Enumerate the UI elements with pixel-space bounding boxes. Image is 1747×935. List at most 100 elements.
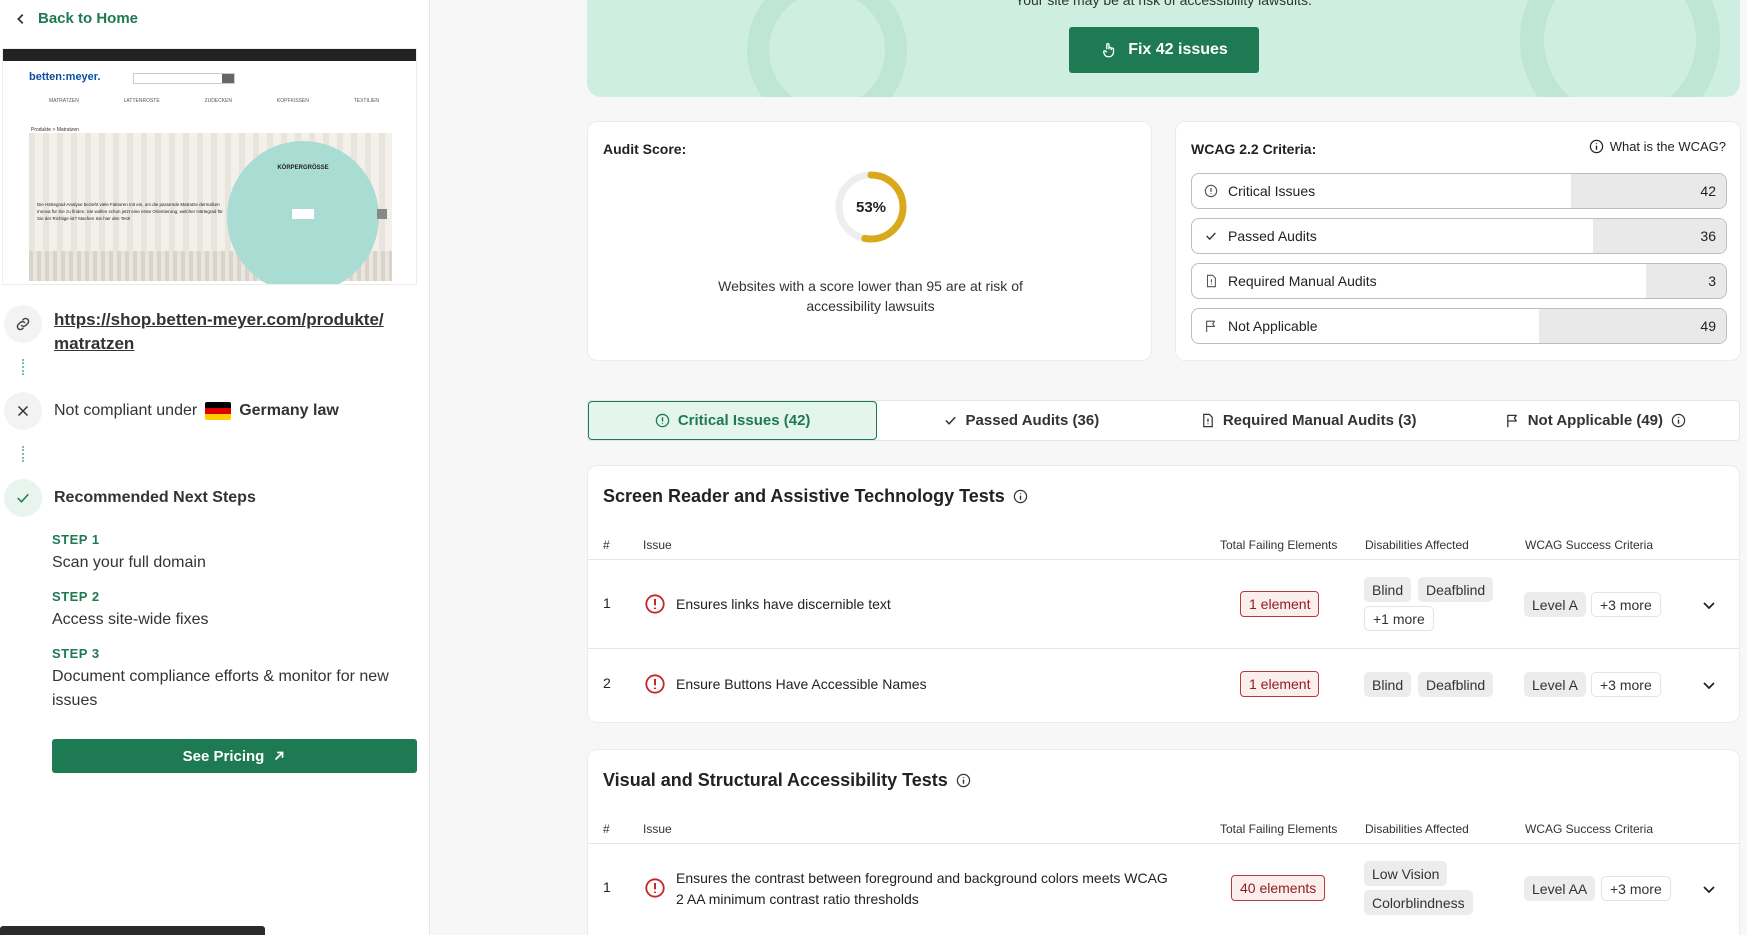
- tab-not-applicable[interactable]: Not Applicable (49): [1452, 401, 1739, 440]
- section-title: Screen Reader and Assistive Technology T…: [603, 486, 1028, 507]
- file-alert-icon: [1202, 413, 1213, 428]
- info-icon[interactable]: [1013, 489, 1028, 504]
- table-row[interactable]: 2 Ensure Buttons Have Accessible Names 1…: [588, 649, 1739, 722]
- level-chip: Level A: [1524, 672, 1586, 697]
- table-row[interactable]: 1 Ensures the contrast between foregroun…: [588, 846, 1739, 935]
- criteria-more-chip[interactable]: +3 more: [1591, 672, 1661, 697]
- col-num: #: [603, 538, 610, 552]
- info-icon: [1671, 413, 1686, 428]
- step-label: STEP 3: [52, 646, 100, 661]
- step-label: STEP 1: [52, 532, 100, 547]
- tab-manual-audits[interactable]: Required Manual Audits (3): [1165, 401, 1452, 440]
- compliance-law: Germany law: [239, 402, 339, 419]
- connector: [22, 446, 24, 462]
- fix-banner: Your site may be at risk of accessibilit…: [587, 0, 1740, 97]
- info-icon[interactable]: [956, 773, 971, 788]
- tab-label: Passed Audits (36): [965, 412, 1100, 429]
- criteria-manual-audits[interactable]: Required Manual Audits 3: [1191, 263, 1727, 299]
- what-label: What is the WCAG?: [1609, 139, 1726, 154]
- audit-score-card: Audit Score: 53% Websites with a score l…: [587, 121, 1152, 361]
- scanned-url-link[interactable]: https://shop.betten-meyer.com/produkte/m…: [54, 308, 384, 356]
- alert-circle-icon: [655, 413, 670, 428]
- error-icon: [645, 594, 665, 614]
- results-tabs: Critical Issues (42) Passed Audits (36) …: [587, 400, 1740, 441]
- back-to-home-link[interactable]: Back to Home: [14, 10, 138, 27]
- close-icon: [4, 392, 42, 430]
- row-num: 1: [603, 595, 611, 611]
- info-icon: [1589, 139, 1603, 154]
- level-chip: Level AA: [1524, 876, 1596, 901]
- step-1: STEP 1 Scan your full domain: [52, 532, 422, 575]
- link-icon: [4, 305, 42, 343]
- see-pricing-button[interactable]: See Pricing: [52, 739, 417, 773]
- sidebar: Back to Home betten:meyer. MATRATZEN LAT…: [0, 0, 430, 935]
- criteria-count: 3: [1708, 273, 1716, 289]
- criteria-count: 36: [1700, 228, 1716, 244]
- criteria-more-chip[interactable]: +3 more: [1601, 876, 1671, 901]
- germany-flag-icon: [205, 402, 232, 420]
- screen-reader-section: Screen Reader and Assistive Technology T…: [587, 465, 1740, 723]
- failing-badge: 1 element: [1240, 671, 1320, 697]
- disability-chip: Deafblind: [1418, 577, 1494, 602]
- arrow-up-right-icon: [275, 751, 284, 761]
- col-criteria: WCAG Success Criteria: [1525, 538, 1654, 552]
- what-is-wcag-link[interactable]: What is the WCAG?: [1589, 139, 1726, 154]
- tab-label: Not Applicable (49): [1527, 412, 1664, 429]
- table-row[interactable]: 1 Ensures links have discernible text 1 …: [588, 562, 1739, 649]
- tab-critical-issues[interactable]: Critical Issues (42): [588, 401, 878, 440]
- step-2: STEP 2 Access site-wide fixes: [52, 589, 422, 632]
- level-chip: Level A: [1524, 592, 1586, 617]
- disability-chip: Colorblindness: [1364, 890, 1473, 915]
- tab-label: Critical Issues (42): [677, 412, 811, 429]
- flag-icon: [1206, 320, 1216, 333]
- risk-text: Your site may be at risk of accessibilit…: [1015, 0, 1312, 8]
- wcag-title: WCAG 2.2 Criteria:: [1191, 141, 1317, 157]
- step-text: Document compliance efforts & monitor fo…: [52, 668, 389, 709]
- criteria-count: 42: [1700, 183, 1716, 199]
- criteria-passed-audits[interactable]: Passed Audits 36: [1191, 218, 1727, 254]
- chevron-left-icon: [17, 13, 24, 24]
- col-failing: Total Failing Elements: [1220, 538, 1338, 552]
- disability-chip: Blind: [1364, 577, 1412, 602]
- chevron-down-icon[interactable]: [1701, 881, 1717, 897]
- check-icon: [944, 416, 956, 425]
- criteria-more-chip[interactable]: +3 more: [1591, 592, 1661, 617]
- error-icon: [645, 878, 665, 898]
- recommended-row: Recommended Next Steps: [4, 479, 256, 517]
- criteria-critical-issues[interactable]: Critical Issues 42: [1191, 173, 1727, 209]
- score-label: 53%: [855, 198, 887, 216]
- table-header: # Issue Total Failing Elements Disabilit…: [588, 822, 1739, 844]
- chevron-down-icon[interactable]: [1701, 677, 1717, 693]
- section-title: Visual and Structural Accessibility Test…: [603, 770, 971, 791]
- compliance-row: Not compliant under Germany law: [4, 392, 339, 430]
- failing-badge: 1 element: [1240, 591, 1320, 617]
- connector: [22, 359, 24, 375]
- alert-circle-icon: [1204, 184, 1218, 198]
- table-header: # Issue Total Failing Elements Disabilit…: [588, 538, 1739, 560]
- step-label: STEP 2: [52, 589, 100, 604]
- step-3: STEP 3 Document compliance efforts & mon…: [52, 646, 422, 713]
- tab-label: Required Manual Audits (3): [1222, 412, 1417, 429]
- row-num: 2: [603, 675, 611, 691]
- thumb-arrow: [377, 209, 387, 219]
- hand-pointer-icon: [1103, 42, 1115, 58]
- fix-issues-button[interactable]: Fix 42 issues: [1069, 27, 1259, 73]
- tab-passed-audits[interactable]: Passed Audits (36): [877, 401, 1164, 440]
- disability-more-chip[interactable]: +1 more: [1364, 606, 1434, 631]
- col-issue: Issue: [643, 538, 672, 552]
- disability-chip: Deafblind: [1418, 672, 1494, 697]
- flag-icon: [1506, 414, 1517, 428]
- chevron-down-icon[interactable]: [1701, 597, 1717, 613]
- thumb-logo: betten:meyer.: [29, 71, 101, 83]
- thumb-circle: KÖRPERGRÖSSE: [227, 141, 379, 284]
- wcag-criteria-card: WCAG 2.2 Criteria: What is the WCAG? Cri…: [1175, 121, 1741, 361]
- check-icon: [4, 479, 42, 517]
- col-disabilities: Disabilities Affected: [1365, 538, 1469, 552]
- criteria-label: Not Applicable: [1228, 318, 1318, 334]
- step-text: Access site-wide fixes: [52, 611, 209, 628]
- row-issue: Ensures links have discernible text: [676, 596, 891, 612]
- back-label: Back to Home: [38, 10, 139, 27]
- visual-structural-section: Visual and Structural Accessibility Test…: [587, 749, 1740, 935]
- criteria-not-applicable[interactable]: Not Applicable 49: [1191, 308, 1727, 344]
- col-criteria: WCAG Success Criteria: [1525, 822, 1654, 836]
